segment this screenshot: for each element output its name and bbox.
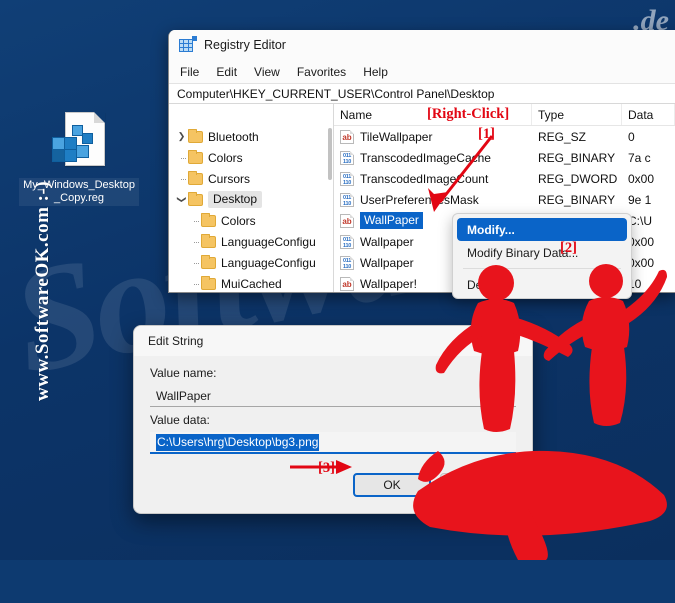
tree-item-label: Desktop: [208, 191, 263, 208]
tree-item-colors[interactable]: Colors: [169, 147, 333, 168]
value-data-label: Value data:: [150, 413, 210, 427]
reg-sz-icon: ab: [340, 276, 354, 291]
site-watermark: www.SoftwareOK.com :-): [32, 180, 53, 401]
reg-binary-icon: 011 110: [340, 255, 354, 270]
tree-scrollbar[interactable]: [328, 128, 332, 180]
folder-icon: [188, 191, 203, 206]
context-menu-item-delete[interactable]: Del: [457, 273, 627, 296]
tree-item-label: Colors: [221, 213, 256, 228]
tree-item-label: Bluetooth: [208, 129, 259, 144]
menu-edit[interactable]: Edit: [216, 65, 237, 79]
menu-help[interactable]: Help: [363, 65, 388, 79]
table-row[interactable]: 011 110 TranscodedImageCount REG_DWORD 0x0…: [334, 168, 675, 189]
tree-item-languageconfig-2[interactable]: LanguageConfigu: [169, 252, 333, 273]
value-name: WallPaper: [360, 212, 423, 229]
value-type: REG_SZ: [538, 129, 587, 144]
folder-icon: [201, 233, 216, 248]
value-name-label: Value name:: [150, 366, 217, 380]
value-data-text: C:\Users\hrg\Desktop\bg3.png: [156, 433, 320, 451]
tree-item-label: LanguageConfigu: [221, 234, 316, 249]
edit-string-dialog[interactable]: Edit String Value name: WallPaper Value …: [133, 325, 533, 514]
window-titlebar: Registry Editor: [169, 30, 675, 60]
reg-binary-icon: 011 110: [340, 192, 354, 207]
tree-item-label: LanguageConfigu: [221, 255, 316, 270]
address-bar[interactable]: Computer\HKEY_CURRENT_USER\Control Panel…: [169, 83, 675, 104]
window-title: Registry Editor: [204, 38, 286, 52]
desktop-background: SoftwareOK .de My_Windows_Desktop_Copy.r…: [0, 0, 675, 560]
tree-item-label: MuiCached: [221, 276, 282, 291]
value-data: 7a c: [628, 150, 651, 165]
value-data: 0x00: [628, 171, 655, 186]
table-row[interactable]: ab TileWallpaper REG_SZ 0: [334, 126, 675, 147]
folder-icon: [188, 170, 203, 185]
tree-item-desktop-colors[interactable]: Colors: [169, 210, 333, 231]
context-menu-item-modify-binary-data[interactable]: Modify Binary Data...: [457, 241, 627, 264]
chevron-down-icon[interactable]: ❯: [176, 193, 187, 206]
value-data: 9e 1: [628, 192, 652, 207]
reg-file-icon: [47, 112, 111, 174]
value-data-input[interactable]: C:\Users\hrg\Desktop\bg3.png: [150, 432, 516, 454]
value-data: 0: [628, 129, 635, 144]
folder-icon: [188, 149, 203, 164]
menu-bar: File Edit View Favorites Help: [169, 60, 675, 83]
menu-favorites[interactable]: Favorites: [297, 65, 346, 79]
annotation-step-1: [1]: [478, 126, 495, 142]
chevron-right-icon[interactable]: ❯: [175, 131, 188, 142]
dialog-title: Edit String: [134, 326, 532, 356]
reg-binary-icon: 011 110: [340, 234, 354, 249]
value-name-input[interactable]: WallPaper: [150, 385, 516, 407]
value-type: REG_BINARY: [538, 150, 616, 165]
registry-tree-pane[interactable]: ❯ Bluetooth Colors Cursors ❯ Desktop Col…: [169, 104, 334, 292]
folder-icon: [201, 275, 216, 290]
menu-file[interactable]: File: [180, 65, 199, 79]
value-name: Wallpaper: [360, 255, 414, 270]
tree-item-label: Colors: [208, 150, 243, 165]
cancel-button[interactable]: Cancel: [440, 473, 518, 497]
value-name: Wallpaper!: [360, 276, 417, 291]
tree-item-languageconfig-1[interactable]: LanguageConfigu: [169, 231, 333, 252]
annotation-arrow-1: [428, 135, 494, 212]
value-name: Wallpaper: [360, 234, 414, 249]
value-type: REG_BINARY: [538, 192, 616, 207]
annotation-step-2: [2]: [560, 240, 577, 256]
ok-button[interactable]: OK: [353, 473, 431, 497]
folder-icon: [188, 128, 203, 143]
reg-binary-icon: 011 110: [340, 150, 354, 165]
registry-editor-icon: [179, 36, 197, 53]
tree-item-desktop[interactable]: ❯ Desktop: [169, 189, 333, 210]
annotation-step-3: [3]: [318, 460, 335, 476]
value-type: REG_DWORD: [538, 171, 618, 186]
tree-item-bluetooth[interactable]: ❯ Bluetooth: [169, 126, 333, 147]
tree-item-label: Cursors: [208, 171, 251, 186]
table-row[interactable]: 011 110 UserPreferencesMask REG_BINARY 9e …: [334, 189, 675, 210]
folder-icon: [201, 212, 216, 227]
reg-sz-icon: ab: [340, 213, 354, 228]
column-header-data[interactable]: Data: [622, 104, 675, 125]
context-menu-item-modify[interactable]: Modify...: [457, 218, 627, 241]
context-menu[interactable]: Modify... Modify Binary Data... Del: [452, 213, 632, 299]
table-row[interactable]: 011 110 TranscodedImageCache REG_BINARY 7a…: [334, 147, 675, 168]
tree-item-cursors[interactable]: Cursors: [169, 168, 333, 189]
reg-binary-icon: 011 110: [340, 171, 354, 186]
annotation-right-click: [Right-Click]: [427, 106, 510, 122]
reg-sz-icon: ab: [340, 129, 354, 144]
column-header-type[interactable]: Type: [532, 104, 622, 125]
folder-icon: [201, 254, 216, 269]
menu-separator: [463, 268, 621, 269]
tree-item-muicached[interactable]: MuiCached: [169, 273, 333, 292]
menu-view[interactable]: View: [254, 65, 280, 79]
